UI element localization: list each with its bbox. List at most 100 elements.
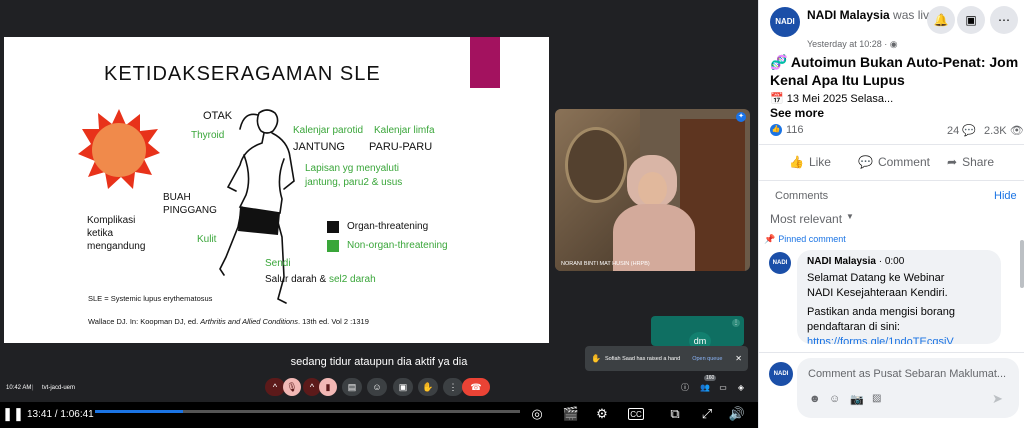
pause-icon[interactable]: ❚❚ <box>2 404 24 424</box>
comment-label: Comment <box>877 155 930 169</box>
legend-swatch-organ <box>327 221 339 233</box>
closed-captions-icon[interactable]: CC <box>628 408 644 420</box>
comment-sort-dropdown[interactable]: Most relevant ▼ <box>770 212 854 226</box>
comment-button[interactable]: 💬 Comment <box>858 155 930 169</box>
progress-bar[interactable] <box>95 410 520 413</box>
mic-off-button[interactable]: 🎙 <box>283 378 301 396</box>
page-avatar[interactable]: NADI <box>770 7 800 37</box>
post-title-text: Autoimun Bukan Auto-Penat: Jom Kenal Apa… <box>770 54 1019 88</box>
mic-options-button[interactable]: ^ <box>265 378 285 396</box>
date-text: 13 Mei 2025 Selasa... <box>786 93 894 105</box>
more-options-icon[interactable]: ⋯ <box>990 6 1018 34</box>
progress-fill <box>95 410 183 413</box>
like-button[interactable]: 👍 Like <box>789 155 831 169</box>
share-button[interactable]: ➦ Share <box>947 155 994 169</box>
label-thyroid: Thyroid <box>191 130 225 141</box>
label-kalenjar-limfa: Kalenjar limfa <box>374 125 435 136</box>
chat-icon[interactable]: ▭ <box>716 378 730 396</box>
bell-icon[interactable]: 🔔 <box>927 6 955 34</box>
playback-time: 13:41 / 1:06:41 <box>27 409 94 420</box>
player-controls <box>0 402 758 428</box>
divider <box>759 352 1024 353</box>
post-title: 🧬 Autoimun Bukan Auto-Penat: Jom Kenal A… <box>770 53 1020 89</box>
wall-emblem <box>565 127 627 203</box>
like-reaction-icon: 👍 <box>770 124 782 136</box>
user-avatar[interactable]: NADI <box>769 362 793 386</box>
clapper-icon[interactable]: 🎬 <box>561 404 581 424</box>
settings-gear-icon[interactable]: ⚙ <box>592 404 612 424</box>
dna-icon: 🧬 <box>770 54 788 70</box>
slide-footnote: SLE = Systemic lupus erythematosus <box>88 294 213 303</box>
label-jantung: JANTUNG <box>293 141 345 153</box>
comment-bubble-icon: 💬 <box>962 125 977 137</box>
legend-organ-label: Organ-threatening <box>347 221 429 232</box>
presentation-slide: KETIDAKSERAGAMAN SLE OTAK Thyroid Kalenj… <box>4 37 549 343</box>
scrollbar[interactable] <box>1020 240 1024 288</box>
ref-plain: Wallace DJ. In: Koopman DJ, ed. <box>88 317 201 326</box>
face <box>638 172 667 206</box>
view-count: 2.3K <box>984 125 1007 137</box>
calendar-icon: 📅 <box>770 93 784 105</box>
meet-time: 10:42 AM <box>6 385 32 391</box>
label-buah: BUAH <box>163 192 191 203</box>
leave-call-button[interactable]: ☎ <box>462 378 490 396</box>
page-name[interactable]: NADI Malaysia <box>807 8 890 22</box>
camera-icon[interactable]: 📷 <box>850 393 864 406</box>
comment-line-1: Selamat Datang ke Webinar <box>807 272 945 284</box>
volume-icon[interactable]: 🔊 <box>727 404 747 424</box>
avatar-sticker-icon[interactable]: ☻ <box>809 393 821 405</box>
comment-author[interactable]: NADI Malaysia <box>807 256 876 267</box>
quote-icon[interactable]: ◎ <box>527 404 547 424</box>
reaction-summary[interactable]: 👍 116 <box>770 124 804 136</box>
pin-icon: 📌 <box>764 234 776 244</box>
raise-hand-button[interactable]: ✋ <box>418 378 438 396</box>
see-more-link[interactable]: See more <box>770 106 824 120</box>
meeting-code: tvt-jacd-uem <box>42 385 76 391</box>
post-header: NADI Malaysia was live. <box>807 8 939 22</box>
timestamp-text[interactable]: Yesterday at 10:28 · <box>807 39 890 49</box>
people-count-badge: 160 <box>704 375 717 381</box>
pin-icon[interactable]: ✦ <box>736 112 746 122</box>
participant-name: NORANI BINTI MAT HUSIN (HRPB) <box>561 261 650 267</box>
label-kalenjar-parotid: Kalenjar parotid <box>293 125 364 136</box>
like-label: Like <box>808 155 831 169</box>
pinned-comment-bubble: NADI Malaysia · 0:00 Selamat Datang ke W… <box>797 250 1001 344</box>
fullscreen-icon[interactable]: ⤢ <box>697 404 717 424</box>
sticker-icon[interactable]: ▨ <box>872 393 881 404</box>
save-icon[interactable]: ▣ <box>957 6 985 34</box>
label-komplikasi-3: mengandung <box>87 241 146 252</box>
video-player[interactable]: KETIDAKSERAGAMAN SLE OTAK Thyroid Kalenj… <box>0 0 758 428</box>
sort-label: Most relevant <box>770 212 843 226</box>
self-view-tile[interactable]: dm ⋮ <box>651 316 744 350</box>
slide-reference: Wallace DJ. In: Koopman DJ, ed. Arthriti… <box>88 317 369 326</box>
comment-timestamp[interactable]: 0:00 <box>885 256 904 267</box>
send-icon[interactable]: ➤ <box>992 391 1003 407</box>
meet-toolbar: 10:42 AM | tvt-jacd-uem ^ 🎙 ^ ▮ ▤ ☺ ▣ ✋ … <box>0 375 758 400</box>
toast-text: Sofiah Saad has raised a hand <box>604 355 681 362</box>
comment-author-avatar[interactable]: NADI <box>769 252 791 274</box>
open-queue-link[interactable]: Open queue <box>692 356 722 362</box>
emoji-icon[interactable]: ☺ <box>829 393 840 405</box>
comment-link[interactable]: https://forms.gle/1ndoTEcqsiV <box>807 336 954 344</box>
legend-non-organ-label: Non-organ-threatening <box>347 240 448 251</box>
picture-in-picture-icon[interactable]: ⧉ <box>665 404 685 424</box>
comment-input-placeholder[interactable]: Comment as Pusat Sebaran Maklumat... <box>808 368 1006 380</box>
activities-icon[interactable]: ◈ <box>734 378 748 396</box>
captions-button[interactable]: ▤ <box>342 378 362 396</box>
participant-video-tile[interactable]: ✦ NORANI BINTI MAT HUSIN (HRPB) <box>555 109 750 271</box>
pinned-text: Pinned comment <box>778 234 846 244</box>
sel2-darah-text: sel2 darah <box>328 274 376 285</box>
slide-accent-block <box>470 37 500 88</box>
post-timestamp: Yesterday at 10:28 · ◉ <box>807 39 898 50</box>
comment-line-2: NADI Kesejahteraan Kendiri. <box>807 287 948 299</box>
comment-composer[interactable]: Comment as Pusat Sebaran Maklumat... ☻ ☺… <box>797 358 1019 418</box>
close-icon[interactable]: ✕ <box>735 354 742 363</box>
emoji-button[interactable]: ☺ <box>367 378 387 396</box>
camera-off-button[interactable]: ▮ <box>319 378 337 396</box>
more-options-button[interactable]: ⋮ <box>443 378 463 396</box>
runner-illustration <box>219 109 295 304</box>
present-button[interactable]: ▣ <box>393 378 413 396</box>
hide-comments-link[interactable]: Hide <box>994 190 1017 202</box>
comment-count-summary[interactable]: 24 💬 <box>947 124 976 137</box>
info-icon[interactable]: ⓘ <box>678 378 692 396</box>
